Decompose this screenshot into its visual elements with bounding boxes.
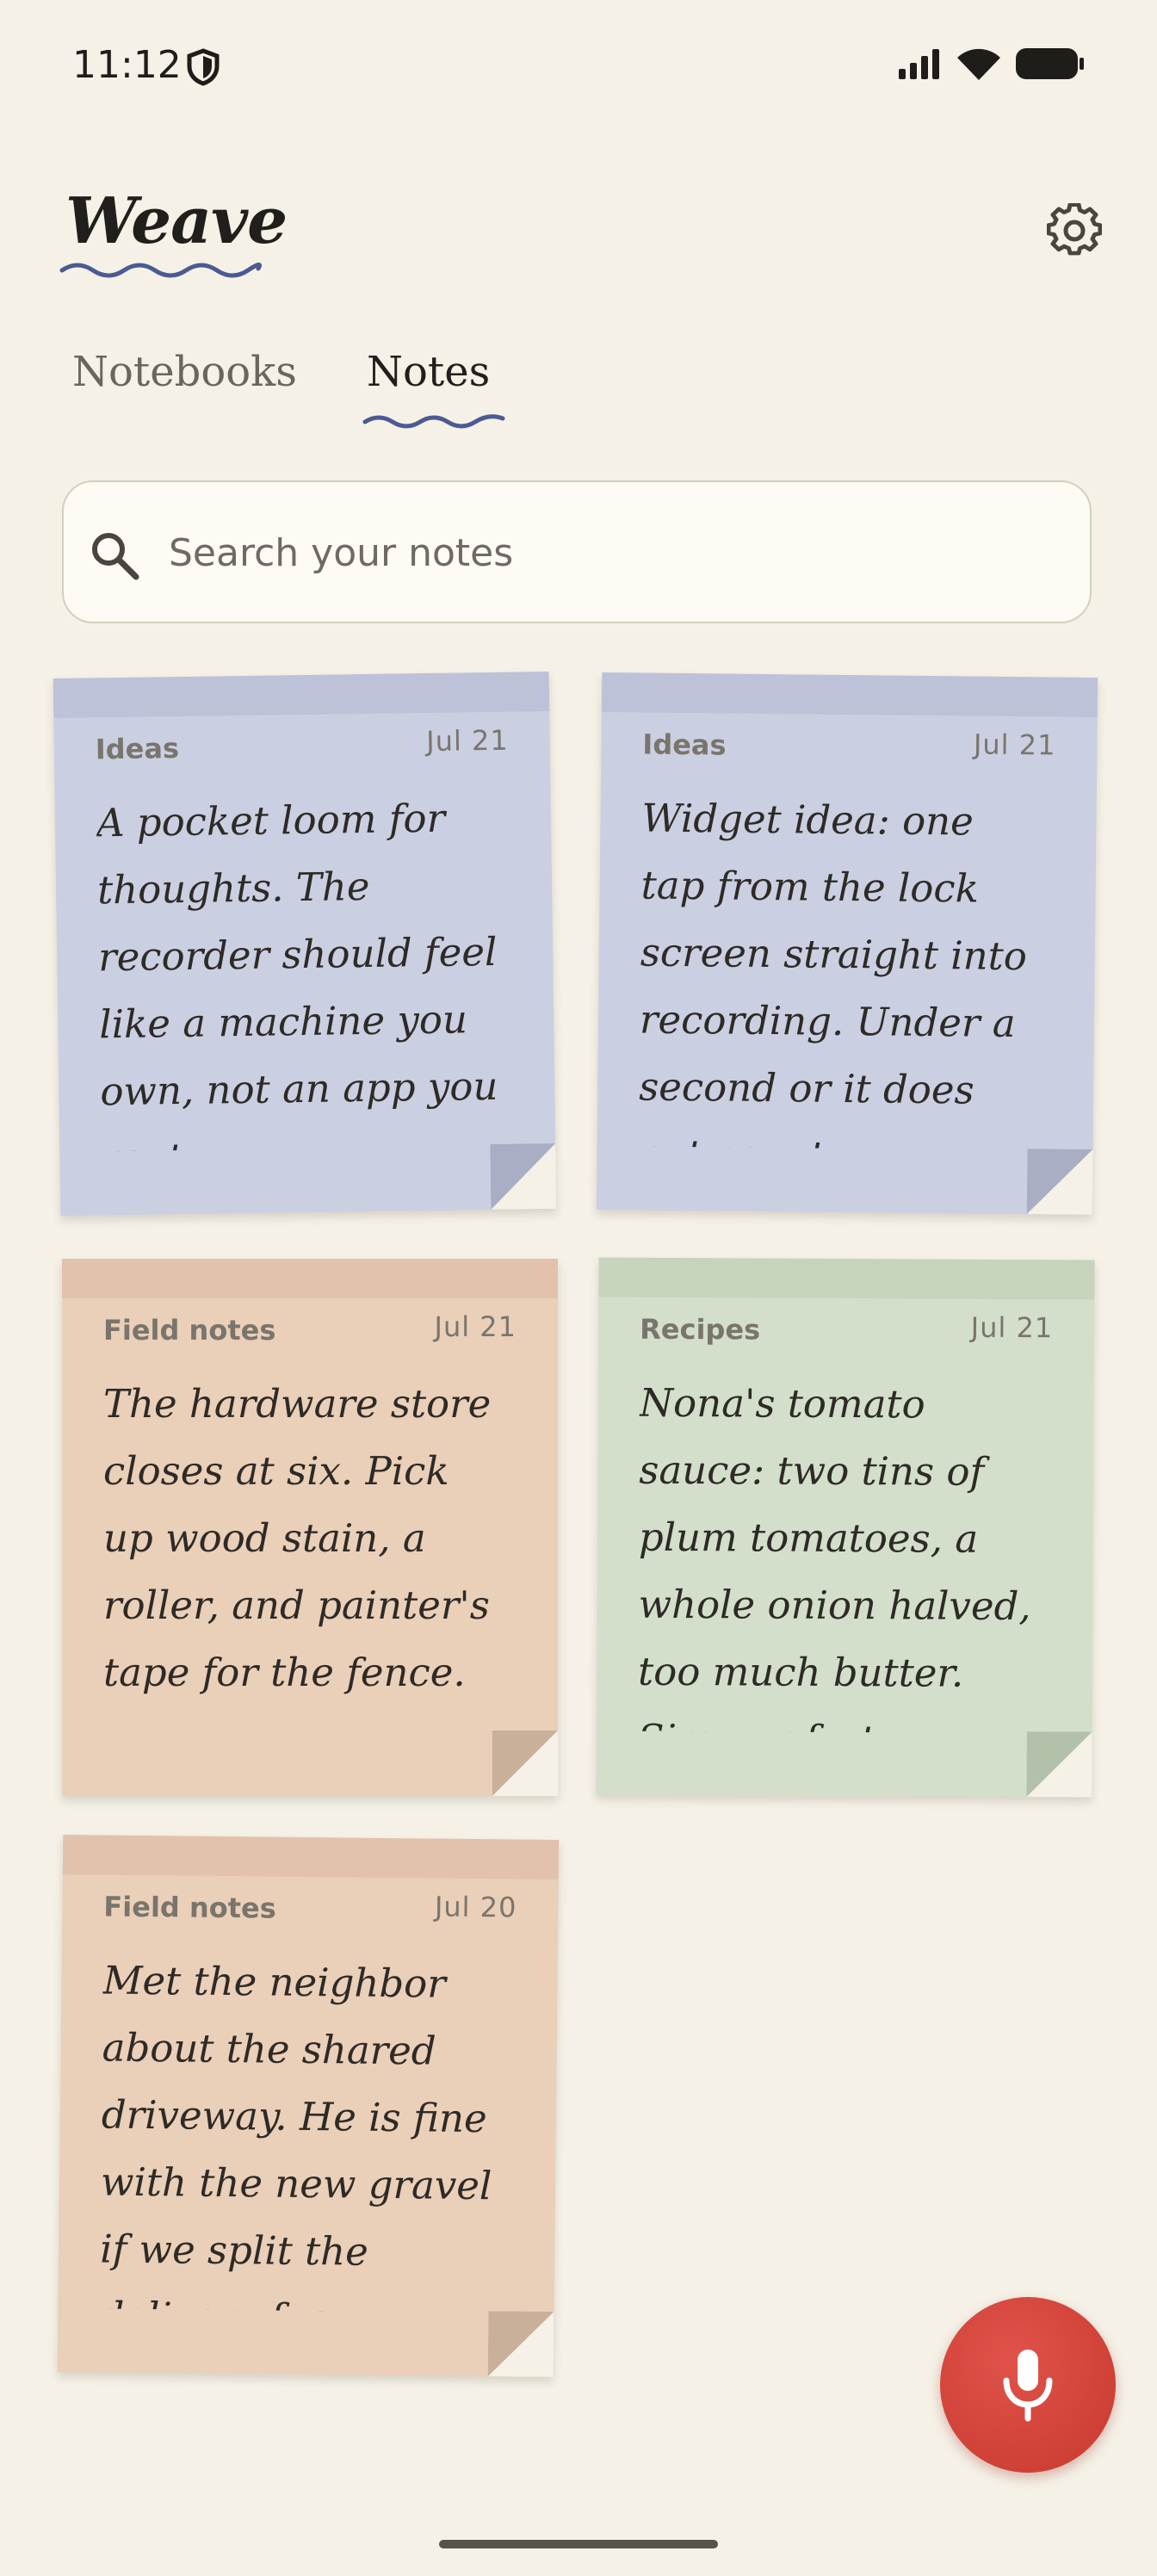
note-strip [62,1259,558,1298]
shield-icon [186,48,220,90]
page-curl [490,1142,557,1211]
status-indicators [897,46,1085,85]
search-bar[interactable] [62,480,1092,623]
note-date: Jul 21 [425,723,509,759]
title-underline [59,263,262,278]
note-text: The hardware store closes at six. Pick u… [103,1381,492,1695]
page-curl [487,2311,554,2377]
note-strip [598,1257,1095,1300]
note-notebook-label: Ideas [642,728,727,762]
page-curl [1026,1731,1092,1798]
note-text: Widget idea: one tap from the lock scree… [638,795,1028,1150]
status-bar: 11:12 [0,0,1157,138]
gear-icon [1047,203,1102,256]
page-curl [492,1731,558,1796]
note-date: Jul 21 [434,1310,517,1343]
note-date: Jul 21 [970,1310,1054,1345]
status-time: 11:12 [72,43,182,87]
note-card[interactable]: Field notes Jul 20 Met the neighbor abou… [57,1835,560,2377]
tab-notes[interactable]: Notes [367,348,490,396]
note-card[interactable]: Field notes Jul 21 The hardware store cl… [62,1259,558,1796]
active-tab-indicator [362,414,505,429]
battery-icon [1016,46,1085,85]
signal-icon [897,48,942,84]
note-notebook-label: Field notes [103,1890,276,1925]
note-text: A pocket loom for thoughts. The recorder… [96,795,498,1152]
note-date: Jul 21 [973,728,1056,762]
note-strip [53,672,550,719]
search-icon [88,529,141,586]
app-title: Weave [65,184,288,258]
record-button[interactable] [940,2297,1116,2473]
note-text: Met the neighbor about the shared drivew… [99,1957,492,2313]
microphone-icon [1003,2350,1053,2422]
note-card[interactable]: Ideas Jul 21 A pocket loom for thoughts.… [53,672,557,1216]
settings-button[interactable] [1043,200,1105,262]
note-date: Jul 20 [434,1890,517,1924]
note-notebook-label: Ideas [95,732,180,766]
wifi-icon [957,47,1000,84]
note-notebook-label: Recipes [640,1312,761,1347]
note-strip [62,1835,560,1880]
note-strip [601,672,1098,718]
note-notebook-label: Field notes [103,1314,276,1347]
note-text: Nona's tomato sauce: two tins of plum to… [637,1379,1031,1733]
note-card[interactable]: Ideas Jul 21 Widget idea: one tap from t… [596,672,1098,1215]
home-indicator[interactable] [439,2540,718,2548]
page-curl [1026,1149,1093,1215]
search-input[interactable] [167,513,1066,592]
note-card[interactable]: Recipes Jul 21 Nona's tomato sauce: two … [596,1257,1095,1798]
tab-notebooks[interactable]: Notebooks [72,348,297,396]
